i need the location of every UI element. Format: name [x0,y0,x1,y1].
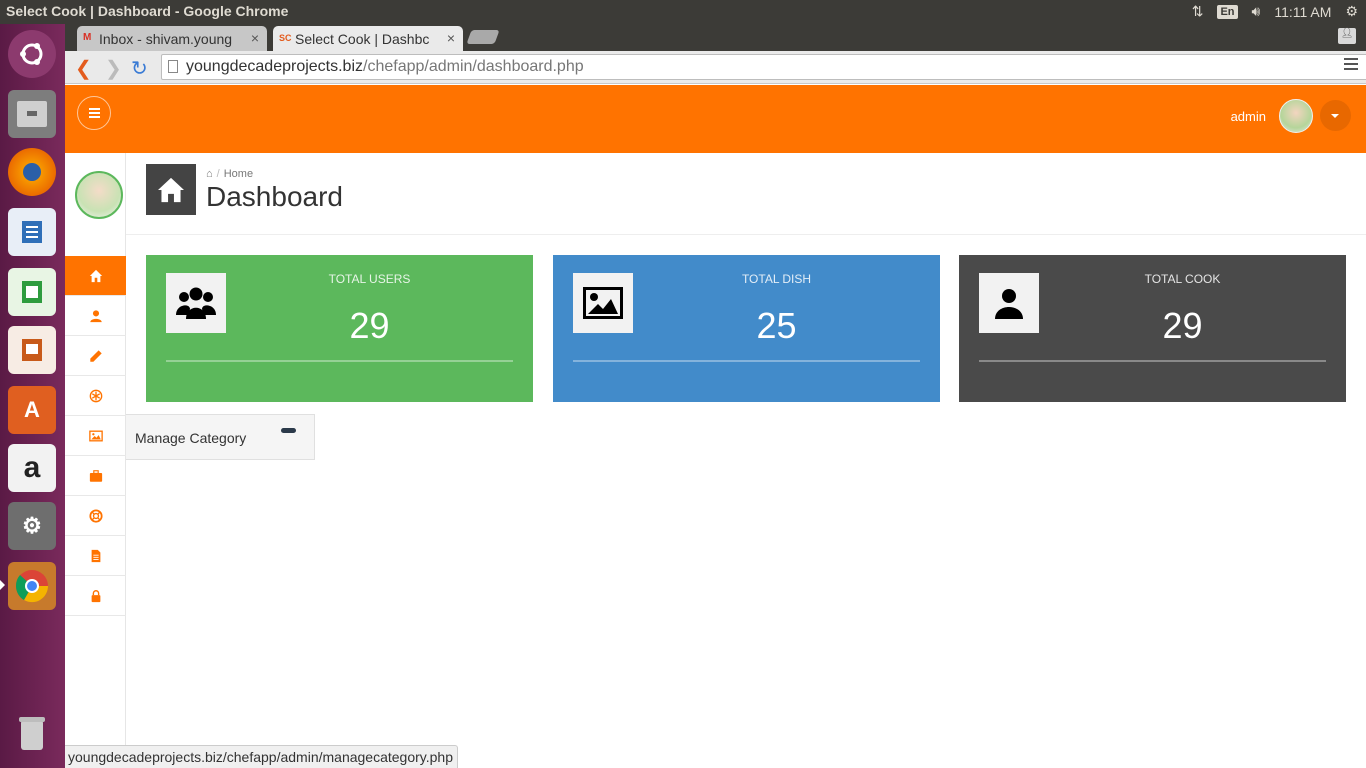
ubuntu-launcher: A a ⚙ [0,24,65,768]
home-icon [89,269,102,282]
url-path: /chefapp/admin/dashboard.php [363,58,584,75]
stat-card-cook: TOTAL COOK 29 [959,255,1346,402]
sidebar-item-home[interactable] [65,256,126,296]
page-icon [168,60,178,73]
stat-rule [979,360,1326,362]
amazon-icon[interactable]: a [8,444,56,492]
stat-card-dish: TOTAL DISH 25 [553,255,940,402]
calc-icon[interactable] [8,268,56,316]
admin-header: admin [65,85,1366,153]
keyboard-language[interactable]: En [1217,4,1238,19]
chrome-icon[interactable] [8,562,56,610]
sc-favicon: SC [279,33,292,43]
url-host: youngdecadeprojects.biz [186,58,364,75]
clock[interactable]: 11:11 AM [1274,4,1331,20]
lifebuoy-icon [88,508,103,523]
ubuntu-dash-icon[interactable] [8,30,56,78]
stat-label: TOTAL USERS [328,272,411,286]
lock-icon [91,589,100,602]
home-icon [158,177,184,202]
sidebar-item-users[interactable] [65,296,126,336]
flyout-indicator [281,428,296,433]
browser-toolbar: ❮ ❯ ↻ youngdecadeprojects.biz/chefapp/ad… [65,51,1366,84]
sidebar-item-category[interactable] [65,416,126,456]
asterisk-icon [89,389,102,402]
profile-icon[interactable]: 👤︎ [1338,28,1356,44]
tab-inbox-label: Inbox - shivam.young [99,31,233,47]
tab-inbox[interactable]: M Inbox - shivam.young × [77,26,267,51]
sidebar-item-logout[interactable] [65,576,126,616]
firefox-icon[interactable] [8,148,56,196]
trash-icon[interactable] [8,710,56,758]
sidebar-item-pages[interactable] [65,536,126,576]
title-divider [126,234,1366,235]
address-bar[interactable]: youngdecadeprojects.biz/chefapp/admin/da… [161,54,1366,80]
site-logo[interactable] [75,171,123,219]
tab-dashboard[interactable]: SC Select Cook | Dashbc × [273,26,463,51]
file-icon [91,549,100,562]
chrome-menu-icon[interactable] [1344,58,1358,73]
stat-value: 29 [349,305,390,346]
sidebar-toggle-button[interactable] [77,96,111,130]
sidebar [65,153,126,768]
sidebar-item-edit[interactable] [65,336,126,376]
stat-label: TOTAL COOK [1144,272,1221,286]
writer-icon[interactable] [8,208,56,256]
active-app-arrow [0,580,5,590]
user-icon [89,309,102,322]
admin-avatar[interactable] [1279,99,1313,133]
network-icon[interactable]: ⇅ [1192,3,1204,20]
impress-icon[interactable] [8,326,56,374]
new-tab-button[interactable] [466,30,500,44]
tab-dashboard-label: Select Cook | Dashbc [295,31,430,47]
manage-category-flyout[interactable]: Manage Category [126,414,315,460]
breadcrumb-home[interactable]: Home [224,168,253,180]
briefcase-icon [89,469,102,482]
status-bar-url: youngdecadeprojects.biz/chefapp/admin/ma… [65,745,458,768]
sidebar-item-cuisine[interactable] [65,376,126,416]
back-icon[interactable]: ❮ [75,56,92,81]
stat-rule [166,360,513,362]
software-center-icon[interactable]: A [8,386,56,434]
files-icon[interactable] [8,90,56,138]
os-top-panel: Select Cook | Dashboard - Google Chrome … [0,0,1366,24]
manage-category-link[interactable]: Manage Category [135,430,246,446]
system-settings-icon[interactable]: ⚙ [8,502,56,550]
stat-rule [573,360,920,362]
forward-icon[interactable]: ❯ [105,56,122,81]
page-icon-box [146,164,196,215]
stat-card-users: TOTAL USERS 29 [146,255,533,402]
volume-icon[interactable]: 🔊︎ [1252,3,1261,20]
image-icon [88,430,103,441]
pencil-icon [89,349,102,362]
page-title: Dashboard [206,181,343,212]
gmail-icon: M [83,32,92,43]
breadcrumb-home-icon[interactable]: ⌂ [206,168,213,180]
admin-username[interactable]: admin [1231,109,1266,124]
window-title: Select Cook | Dashboard - Google Chrome [6,3,289,19]
stat-value: 29 [1162,305,1203,346]
stat-label: TOTAL DISH [741,272,812,286]
system-tray: ⇅ En 🔊︎ 11:11 AM ⚙ [1192,3,1358,20]
sidebar-item-orders[interactable] [65,456,126,496]
close-tab-icon[interactable]: × [251,30,259,46]
sidebar-item-support[interactable] [65,496,126,536]
web-page: admin Manage Category ⌂ / Home Dashboard… [65,85,1366,768]
settings-gear-icon[interactable]: ⚙ [1345,3,1358,20]
browser-tabstrip: M Inbox - shivam.young × SC Select Cook … [65,24,1366,51]
stat-value: 25 [756,305,797,346]
close-tab-icon[interactable]: × [447,30,455,46]
user-dropdown-button[interactable] [1320,100,1351,131]
reload-icon[interactable]: ↻ [131,56,148,81]
breadcrumb: ⌂ / Home [206,168,254,180]
